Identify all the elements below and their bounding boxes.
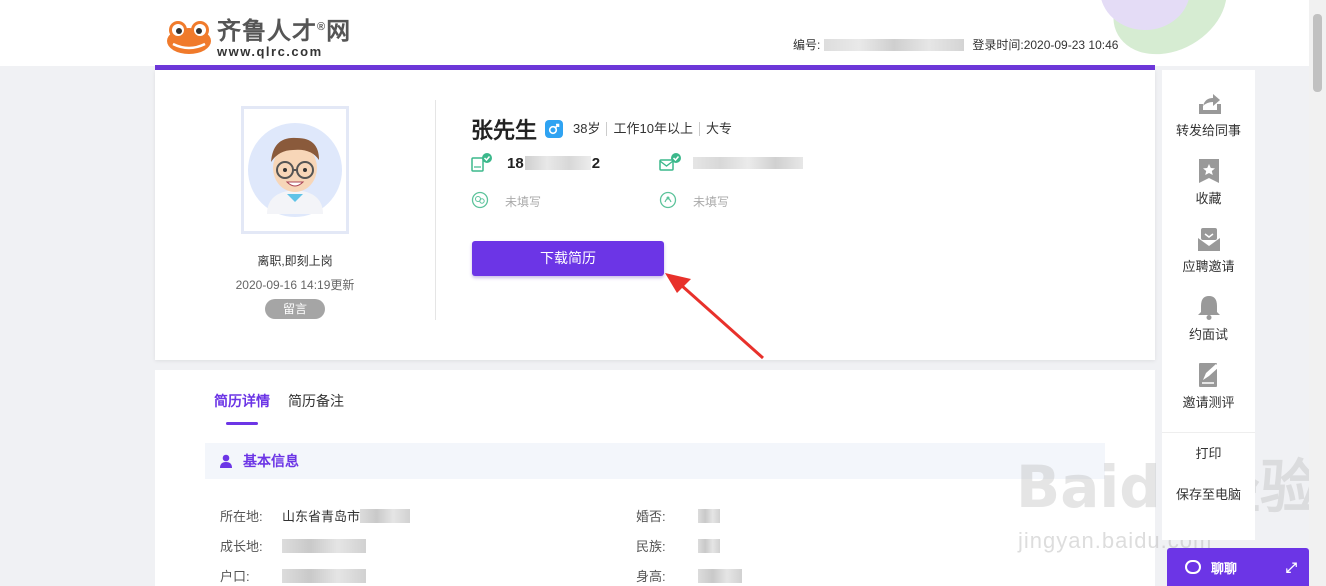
chat-button[interactable]: 聊聊 ⤢ bbox=[1167, 548, 1309, 586]
wechat-contact: 未填写 bbox=[471, 191, 541, 211]
sidebar-item-assessment[interactable]: 邀请测评 bbox=[1162, 362, 1255, 411]
grew-label: 成长地: bbox=[220, 539, 263, 554]
save-to-computer-button[interactable]: 保存至电脑 bbox=[1162, 484, 1255, 503]
sidebar-label-assessment: 邀请测评 bbox=[1182, 395, 1235, 410]
chat-label: 聊聊 bbox=[1211, 560, 1238, 576]
hukou-label: 户口: bbox=[220, 569, 250, 584]
location-label: 所在地: bbox=[220, 509, 263, 524]
resume-meta: 编号: 登录时间: 2020-09-23 10:46 bbox=[793, 36, 1118, 53]
action-sidebar: 转发给同事 收藏 应聘邀请 约面试 邀请测评 打印 保存至电脑 bbox=[1162, 70, 1255, 540]
ethnicity-label: 民族: bbox=[636, 539, 666, 554]
candidate-name: 张先生 bbox=[471, 118, 538, 143]
location-value: 山东省青岛市 bbox=[282, 509, 361, 524]
email-verified-icon bbox=[659, 153, 681, 173]
field-hukou: 户口: bbox=[220, 566, 366, 585]
avatar bbox=[241, 106, 349, 234]
share-icon bbox=[1197, 90, 1221, 116]
id-value-blurred bbox=[824, 38, 965, 51]
wechat-value: 未填写 bbox=[505, 194, 542, 209]
name-row: 张先生 38岁 工作10年以上 大专 bbox=[471, 113, 738, 145]
basic-info-header: 基本信息 bbox=[205, 443, 1105, 479]
male-gender-icon bbox=[545, 120, 564, 138]
avatar-illustration-icon bbox=[248, 123, 342, 217]
field-marriage: 婚否: bbox=[636, 506, 720, 525]
sidebar-label-share: 转发给同事 bbox=[1175, 123, 1241, 138]
phone-number: 18 2 bbox=[507, 155, 600, 172]
field-location: 所在地: 山东省青岛市 bbox=[220, 506, 411, 525]
sidebar-label-interview: 约面试 bbox=[1188, 327, 1228, 342]
job-status: 离职,即刻上岗 bbox=[257, 254, 333, 268]
login-time: 2020-09-23 10:46 bbox=[1023, 37, 1119, 52]
marriage-label: 婚否: bbox=[636, 509, 666, 524]
height-label: 身高: bbox=[636, 569, 666, 584]
top-header: 齐鲁人才®网 www.qlrc.com 编号: 登录时间: 2020-09-23… bbox=[0, 0, 1326, 70]
experience: 工作10年以上 bbox=[606, 122, 698, 136]
profile-card: 离职,即刻上岗 2020-09-16 14:19更新 留言 张先生 38岁 工作… bbox=[155, 70, 1155, 360]
resume-tabs: 简历详情 简历备注 bbox=[214, 391, 362, 425]
phone-suffix: 2 bbox=[591, 154, 601, 172]
logo-name-suffix: 网 bbox=[326, 18, 352, 45]
red-arrow-annotation-icon bbox=[665, 273, 764, 360]
section-title: 基本信息 bbox=[243, 453, 299, 469]
logo-url: www.qlrc.com bbox=[217, 44, 323, 59]
phone-contact: 18 2 bbox=[471, 153, 600, 173]
scrollbar-thumb[interactable] bbox=[1313, 14, 1322, 92]
frog-logo-icon bbox=[165, 19, 213, 55]
vertical-divider bbox=[435, 100, 436, 320]
phone-prefix: 18 bbox=[507, 154, 524, 172]
edit-icon bbox=[1197, 362, 1221, 388]
sidebar-divider bbox=[1162, 432, 1255, 433]
sidebar-item-invite[interactable]: 应聘邀请 bbox=[1162, 226, 1255, 275]
message-button[interactable]: 留言 bbox=[265, 299, 325, 319]
login-label: 登录时间: bbox=[972, 38, 1024, 52]
field-ethnicity: 民族: bbox=[636, 536, 720, 555]
chat-bubble-icon bbox=[1185, 560, 1201, 574]
site-logo[interactable]: 齐鲁人才®网 www.qlrc.com bbox=[165, 14, 351, 59]
phone-verified-icon bbox=[471, 153, 492, 173]
field-height: 身高: bbox=[636, 566, 742, 585]
sidebar-label-favorite: 收藏 bbox=[1195, 191, 1222, 206]
email-contact bbox=[659, 153, 803, 173]
logo-name: 齐鲁人才 bbox=[217, 18, 317, 45]
tab-resume-notes[interactable]: 简历备注 bbox=[288, 391, 344, 421]
qq-contact: 未填写 bbox=[659, 191, 729, 211]
education: 大专 bbox=[698, 122, 738, 136]
tab-resume-detail[interactable]: 简历详情 bbox=[214, 391, 270, 425]
sidebar-item-share[interactable]: 转发给同事 bbox=[1162, 90, 1255, 139]
sidebar-item-interview[interactable]: 约面试 bbox=[1162, 294, 1255, 343]
invite-icon bbox=[1197, 226, 1221, 252]
print-button[interactable]: 打印 bbox=[1162, 443, 1255, 462]
id-label: 编号: bbox=[793, 38, 821, 52]
field-grew-up: 成长地: bbox=[220, 536, 366, 555]
expand-icon[interactable]: ⤢ bbox=[1286, 559, 1297, 576]
qq-icon bbox=[659, 191, 679, 211]
age: 38岁 bbox=[573, 121, 601, 136]
email-blurred bbox=[693, 157, 803, 169]
header-decoration bbox=[1090, 0, 1326, 70]
bell-icon bbox=[1197, 294, 1221, 320]
wechat-icon bbox=[471, 191, 491, 211]
download-resume-button[interactable]: 下载简历 bbox=[472, 241, 664, 276]
sidebar-item-favorite[interactable]: 收藏 bbox=[1162, 158, 1255, 207]
page-scrollbar[interactable] bbox=[1309, 0, 1326, 586]
qq-value: 未填写 bbox=[693, 194, 730, 209]
resume-detail-card: 简历详情 简历备注 基本信息 所在地: 山东省青岛市 成长地: 户口: 婚否: … bbox=[155, 370, 1155, 586]
sidebar-label-invite: 应聘邀请 bbox=[1182, 259, 1235, 274]
star-icon bbox=[1197, 158, 1221, 184]
person-icon bbox=[220, 454, 232, 468]
updated-time: 2020-09-16 14:19更新 bbox=[235, 278, 355, 292]
logo-reg-mark: ® bbox=[317, 21, 327, 33]
